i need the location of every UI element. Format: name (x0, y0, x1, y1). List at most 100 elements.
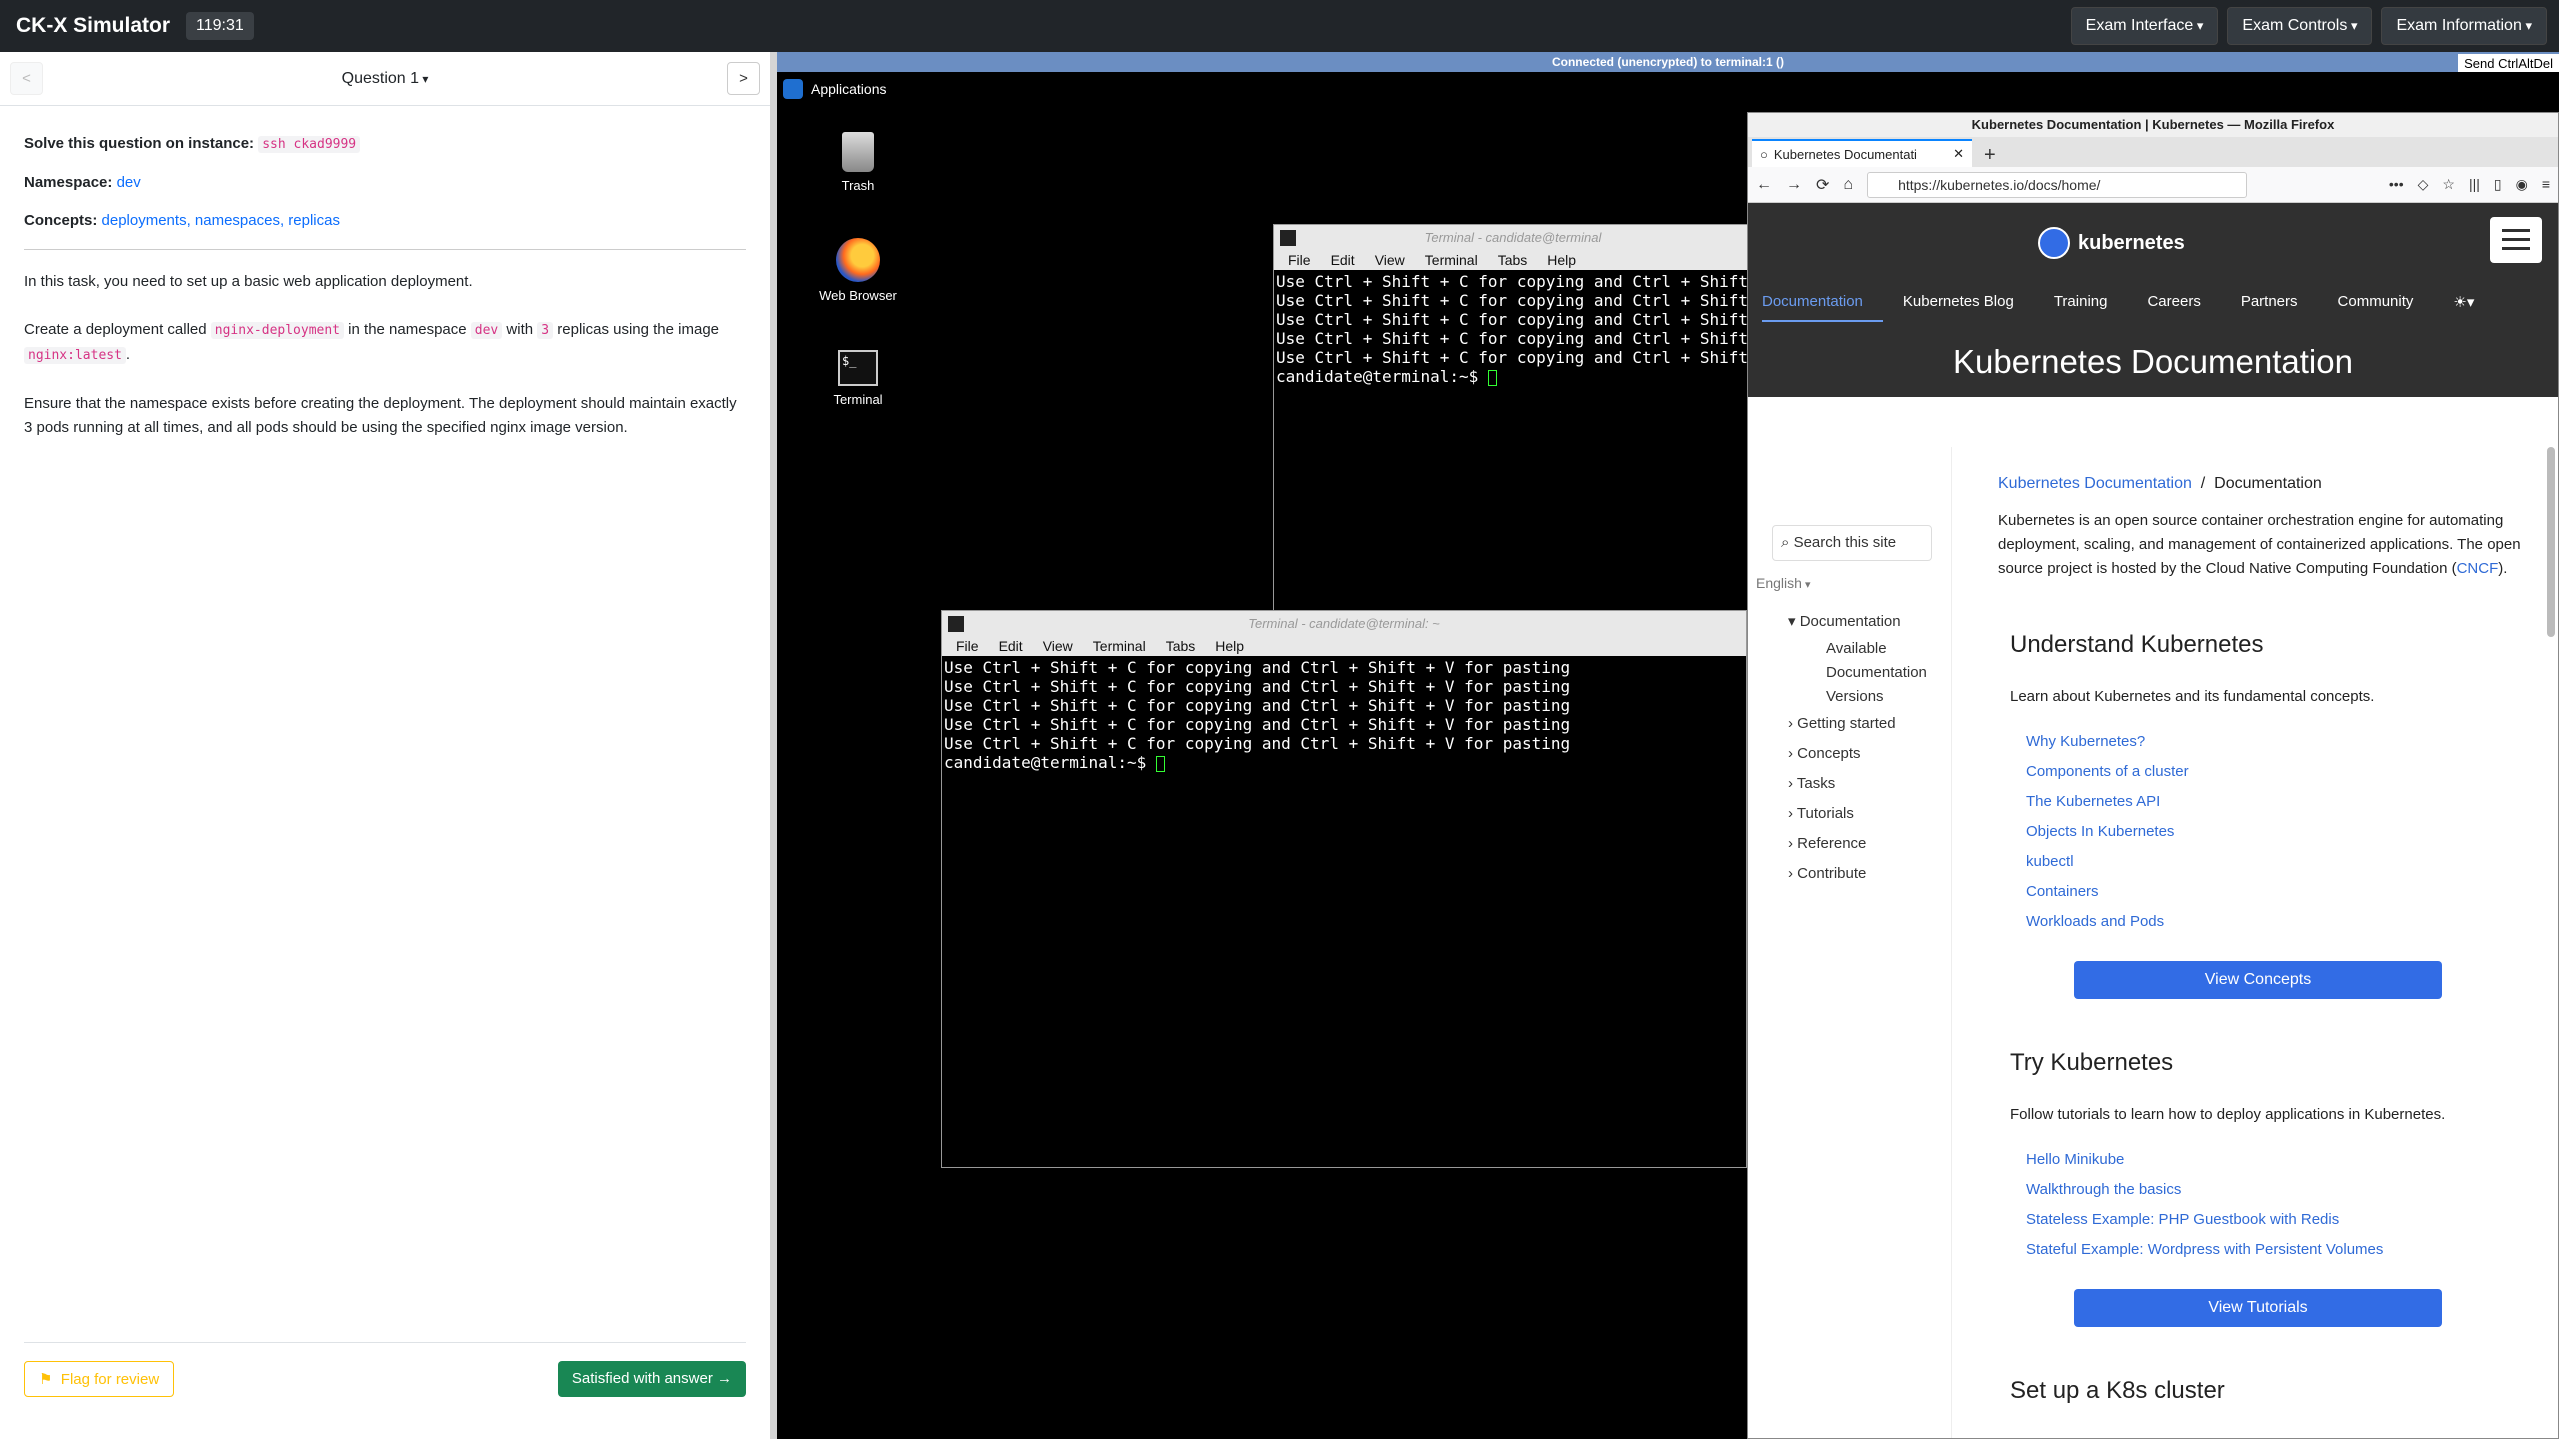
breadcrumb-link[interactable]: Kubernetes Documentation (1998, 475, 2192, 492)
applications-menu[interactable]: Applications (811, 81, 887, 97)
nav-partners[interactable]: Partners (2241, 283, 2318, 322)
tree-item-documentation[interactable]: ▾ Documentation (1788, 607, 1951, 637)
tree-item-tasks[interactable]: › Tasks (1788, 769, 1951, 799)
section-understand-text: Learn about Kubernetes and its fundament… (2010, 688, 2375, 705)
menu-tabs[interactable]: Tabs (1498, 251, 1528, 270)
doc-link[interactable]: Workloads and Pods (2026, 907, 2538, 937)
terminal-line: Use Ctrl + Shift + C for copying and Ctr… (944, 658, 1571, 677)
browser-tab[interactable]: ○ Kubernetes Documentati ✕ (1752, 139, 1972, 167)
language-selector[interactable]: English (1756, 575, 1951, 591)
menu-tabs[interactable]: Tabs (1166, 637, 1196, 656)
text: . (125, 346, 131, 363)
nav-training[interactable]: Training (2054, 283, 2128, 322)
tree-item-reference[interactable]: › Reference (1788, 829, 1951, 859)
nav-documentation[interactable]: Documentation (1762, 283, 1883, 322)
library-icon[interactable]: ||| (2469, 176, 2480, 193)
breadcrumb-sep: / (2200, 475, 2206, 492)
doc-link[interactable]: Why Kubernetes? (2026, 727, 2538, 757)
terminal-prompt: candidate@terminal:~$ (1276, 367, 1488, 386)
home-icon[interactable]: ⌂ (1843, 176, 1853, 194)
tree-item-contribute[interactable]: › Contribute (1788, 859, 1951, 889)
menu-help[interactable]: Help (1547, 251, 1576, 270)
terminal-window-back[interactable]: Terminal - candidate@terminal File Edit … (1273, 224, 1753, 664)
exam-controls-menu[interactable]: Exam Controls (2227, 7, 2373, 45)
terminal-desktop-icon[interactable]: $_ Terminal (803, 350, 913, 407)
top-bar: CK-X Simulator 119:31 Exam Interface Exa… (0, 0, 2559, 52)
doc-link[interactable]: Components of a cluster (2026, 757, 2538, 787)
doc-link[interactable]: kubectl (2026, 847, 2538, 877)
cncf-link[interactable]: CNCF (2457, 560, 2499, 577)
exam-interface-menu[interactable]: Exam Interface (2070, 7, 2219, 45)
nav-community[interactable]: Community (2338, 283, 2434, 322)
menu-terminal[interactable]: Terminal (1093, 637, 1146, 656)
trash-desktop-icon[interactable]: Trash (803, 132, 913, 193)
doc-link[interactable]: Objects In Kubernetes (2026, 817, 2538, 847)
remote-desktop[interactable]: Connected (unencrypted) to terminal:1 ()… (777, 52, 2559, 1439)
web-browser-desktop-icon[interactable]: Web Browser (803, 238, 913, 303)
nav-careers[interactable]: Careers (2147, 283, 2220, 322)
account-icon[interactable]: ◉ (2516, 176, 2528, 193)
terminal-titlebar[interactable]: Terminal - candidate@terminal (1274, 225, 1752, 251)
menu-edit[interactable]: Edit (1331, 251, 1355, 270)
bookmark-star-icon[interactable]: ☆ (2442, 176, 2455, 193)
prev-question-button[interactable]: < (10, 62, 43, 95)
hamburger-icon[interactable]: ≡ (2542, 176, 2550, 193)
section-understand-title: Understand Kubernetes (2010, 631, 2264, 658)
tree-item-concepts[interactable]: › Concepts (1788, 739, 1951, 769)
terminal-titlebar[interactable]: Terminal - candidate@terminal: ~ (942, 611, 1746, 637)
forward-icon[interactable]: → (1786, 176, 1802, 194)
tree-label: Reference (1797, 835, 1867, 852)
flag-for-review-button[interactable]: ⚑ Flag for review (24, 1361, 175, 1397)
menu-file[interactable]: File (956, 637, 979, 656)
menu-terminal[interactable]: Terminal (1425, 251, 1478, 270)
menu-file[interactable]: File (1288, 251, 1311, 270)
view-tutorials-button[interactable]: View Tutorials (2074, 1289, 2442, 1327)
satisfied-button[interactable]: Satisfied with answer → (557, 1361, 746, 1397)
sidebar-icon[interactable]: ▯ (2494, 176, 2502, 193)
nav-blog[interactable]: Kubernetes Blog (1903, 283, 2034, 322)
tree-item-versions[interactable]: Available Documentation Versions (1788, 637, 1951, 709)
tree-label: Documentation (1826, 664, 1927, 681)
terminal-output[interactable]: Use Ctrl + Shift + C for copying and Ctr… (1274, 270, 1752, 388)
terminal-output[interactable]: Use Ctrl + Shift + C for copying and Ctr… (942, 656, 1746, 774)
doc-link[interactable]: Containers (2026, 877, 2538, 907)
more-icon[interactable]: ••• (2389, 176, 2404, 193)
page-scrollbar[interactable] (2547, 447, 2555, 637)
doc-link[interactable]: Walkthrough the basics (2026, 1175, 2538, 1205)
back-icon[interactable]: ← (1756, 176, 1772, 194)
menu-edit[interactable]: Edit (999, 637, 1023, 656)
menu-help[interactable]: Help (1215, 637, 1244, 656)
concepts-row: Concepts: deployments, namespaces, repli… (24, 209, 746, 233)
view-concepts-button[interactable]: View Concepts (2074, 961, 2442, 999)
applications-menu-icon[interactable] (783, 79, 803, 99)
panel-splitter[interactable] (770, 52, 777, 1439)
menu-toggle-button[interactable] (2490, 217, 2542, 263)
menu-view[interactable]: View (1375, 251, 1405, 270)
doc-link[interactable]: Stateful Example: Wordpress with Persist… (2026, 1235, 2538, 1265)
exam-information-menu[interactable]: Exam Information (2381, 7, 2547, 45)
terminal-window-front[interactable]: Terminal - candidate@terminal: ~ File Ed… (941, 610, 1747, 1168)
close-tab-icon[interactable]: ✕ (1953, 146, 1964, 162)
question-panel: < Question 1 > Solve this question on in… (0, 52, 770, 1439)
theme-toggle-icon[interactable]: ☀▾ (2453, 283, 2494, 322)
reload-icon[interactable]: ⟳ (1816, 175, 1829, 195)
firefox-window[interactable]: Kubernetes Documentation | Kubernetes — … (1747, 112, 2559, 1439)
replicas-code: 3 (537, 322, 554, 339)
text: replicas using the image (553, 321, 720, 338)
terminal-line: Use Ctrl + Shift + C for copying and Ctr… (944, 696, 1571, 715)
send-ctrl-alt-del-button[interactable]: Send CtrlAltDel (2458, 54, 2559, 73)
next-question-button[interactable]: > (727, 62, 760, 95)
new-tab-icon[interactable]: + (1972, 144, 2008, 167)
firefox-titlebar[interactable]: Kubernetes Documentation | Kubernetes — … (1748, 113, 2558, 137)
url-bar[interactable]: https://kubernetes.io/docs/home/ (1867, 171, 2248, 198)
question-selector[interactable]: Question 1 (342, 70, 429, 88)
doc-link[interactable]: Hello Minikube (2026, 1145, 2538, 1175)
tree-item-tutorials[interactable]: › Tutorials (1788, 799, 1951, 829)
menu-view[interactable]: View (1043, 637, 1073, 656)
tree-item-getting-started[interactable]: › Getting started (1788, 709, 1951, 739)
pocket-icon[interactable]: ◇ (2418, 176, 2429, 193)
k8s-logo[interactable]: kubernetes (2038, 227, 2185, 259)
site-search-input[interactable]: ⌕ Search this site (1772, 525, 1932, 561)
doc-link[interactable]: The Kubernetes API (2026, 787, 2538, 817)
doc-link[interactable]: Stateless Example: PHP Guestbook with Re… (2026, 1205, 2538, 1235)
